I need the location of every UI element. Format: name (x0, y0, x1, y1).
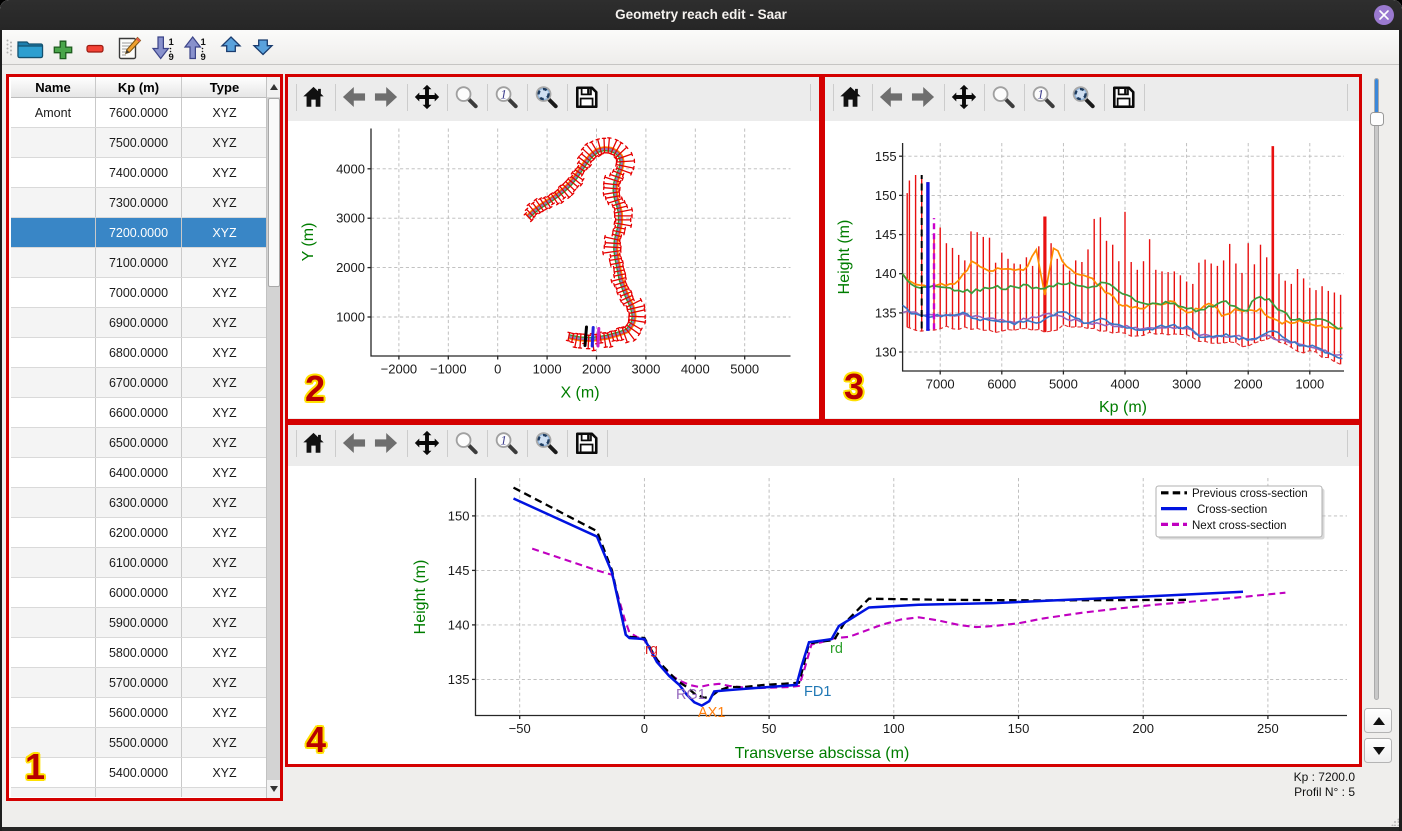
svg-text:Cross-section: Cross-section (1197, 504, 1267, 516)
svg-text:−2000: −2000 (381, 362, 418, 377)
svg-text:145: 145 (448, 563, 470, 578)
svg-text:3000: 3000 (336, 211, 365, 226)
svg-text:7000: 7000 (926, 377, 955, 392)
svg-text:5000: 5000 (1049, 377, 1078, 392)
svg-text:9: 9 (201, 52, 206, 63)
svg-text:AX1: AX1 (698, 705, 725, 721)
svg-text:RG1: RG1 (676, 687, 706, 703)
svg-text:Kp (m): Kp (m) (1099, 399, 1147, 416)
svg-text:250: 250 (1257, 721, 1279, 736)
svg-text:5000: 5000 (730, 362, 759, 377)
svg-text:4000: 4000 (336, 161, 365, 176)
svg-text:Transverse abscissa (m): Transverse abscissa (m) (735, 745, 910, 762)
svg-text:150: 150 (448, 508, 470, 523)
svg-text:1: 1 (201, 37, 207, 48)
svg-text:Y (m): Y (m) (300, 223, 317, 262)
svg-text:FD1: FD1 (804, 684, 831, 700)
svg-text:1000: 1000 (336, 310, 365, 325)
svg-text:−50: −50 (509, 721, 531, 736)
svg-text:Height (m): Height (m) (412, 560, 429, 635)
svg-text:1: 1 (169, 37, 175, 48)
svg-text:rg: rg (645, 642, 658, 658)
svg-text:145: 145 (875, 227, 897, 242)
svg-text:4000: 4000 (1111, 377, 1140, 392)
svg-text:140: 140 (875, 266, 897, 281)
svg-text:Previous cross-section: Previous cross-section (1192, 488, 1308, 500)
svg-text:135: 135 (448, 672, 470, 687)
svg-text:3000: 3000 (1172, 377, 1201, 392)
svg-text:140: 140 (448, 617, 470, 632)
svg-text:4000: 4000 (681, 362, 710, 377)
svg-text:200: 200 (1132, 721, 1154, 736)
svg-text:150: 150 (875, 188, 897, 203)
svg-text:50: 50 (762, 721, 776, 736)
svg-text:Next cross-section: Next cross-section (1192, 520, 1287, 532)
svg-text:2000: 2000 (336, 260, 365, 275)
svg-text:135: 135 (875, 305, 897, 320)
svg-text:X (m): X (m) (560, 385, 599, 402)
svg-text:1000: 1000 (1295, 377, 1324, 392)
svg-text:9: 9 (169, 52, 174, 63)
svg-text:3000: 3000 (631, 362, 660, 377)
svg-text:150: 150 (1008, 721, 1030, 736)
svg-text:1000: 1000 (533, 362, 562, 377)
svg-text:100: 100 (883, 721, 905, 736)
svg-text:130: 130 (875, 345, 897, 360)
svg-text:Height (m): Height (m) (836, 220, 853, 295)
svg-text:6000: 6000 (987, 377, 1016, 392)
svg-text:155: 155 (875, 149, 897, 164)
svg-text:2000: 2000 (582, 362, 611, 377)
svg-text:−1000: −1000 (430, 362, 467, 377)
svg-text:rd: rd (830, 641, 843, 657)
svg-text:2000: 2000 (1234, 377, 1263, 392)
svg-text:0: 0 (641, 721, 648, 736)
svg-text:0: 0 (494, 362, 501, 377)
